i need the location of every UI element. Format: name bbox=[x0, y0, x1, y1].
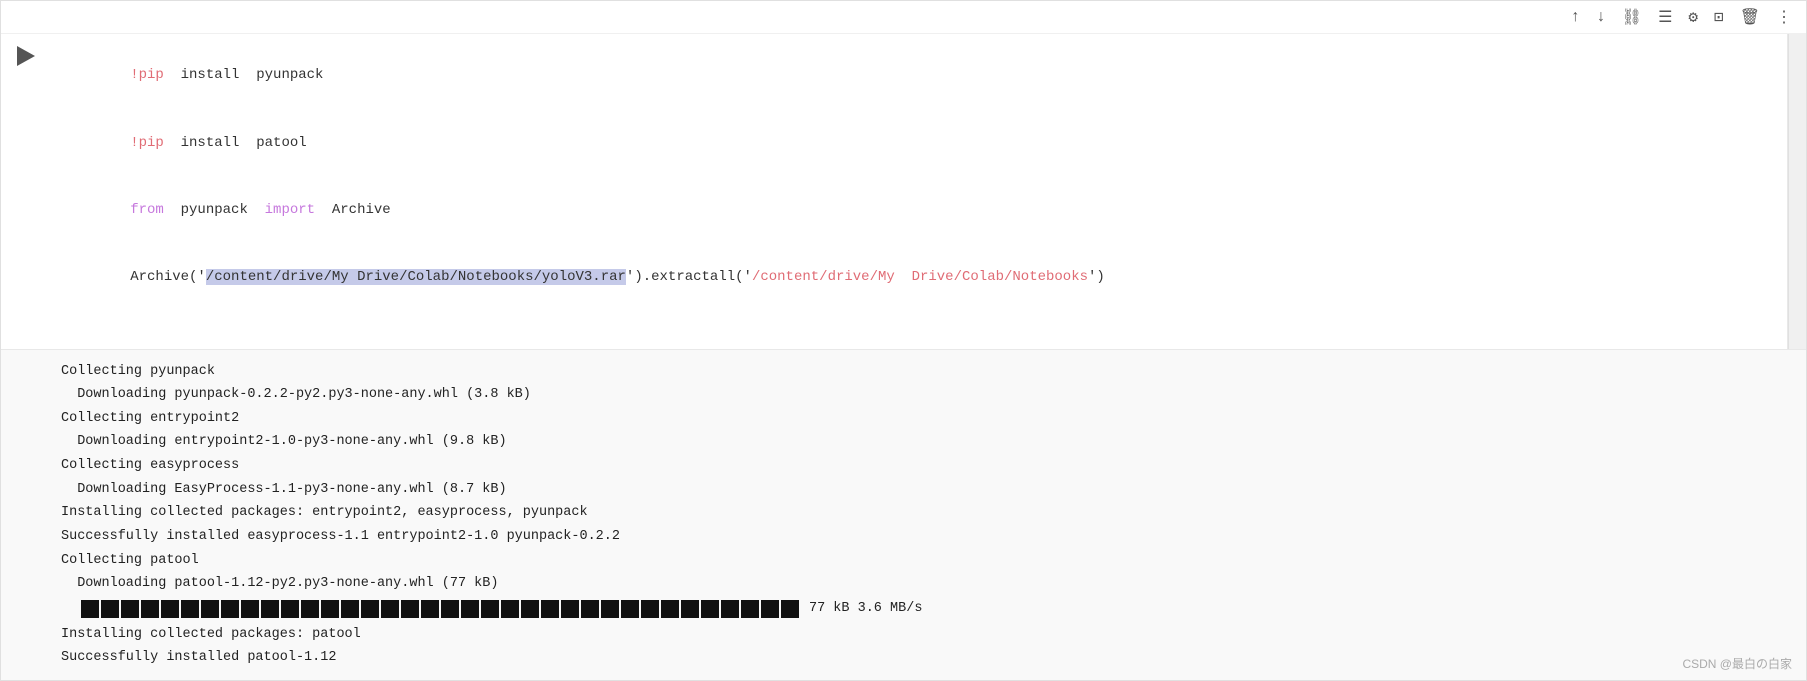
progress-block bbox=[701, 600, 719, 618]
progress-block bbox=[441, 600, 459, 618]
progress-block bbox=[421, 600, 439, 618]
code-token: !pip bbox=[130, 67, 164, 83]
progress-block bbox=[201, 600, 219, 618]
more-icon[interactable]: ⋮ bbox=[1772, 5, 1796, 29]
progress-block bbox=[661, 600, 679, 618]
progress-block bbox=[221, 600, 239, 618]
run-triangle-icon bbox=[17, 46, 35, 66]
progress-bar bbox=[81, 600, 799, 618]
code-line-1: !pip install pyunpack bbox=[63, 42, 1775, 109]
progress-block bbox=[81, 600, 99, 618]
progress-block bbox=[601, 600, 619, 618]
output-line-9: Collecting patool bbox=[61, 549, 1790, 573]
expand-icon[interactable]: ⊡ bbox=[1710, 5, 1728, 29]
code-token: pyunpack bbox=[164, 202, 265, 218]
move-down-icon[interactable]: ↓ bbox=[1592, 6, 1610, 28]
output-line-1: Collecting pyunpack bbox=[61, 360, 1790, 384]
watermark: CSDN @最白の白家 bbox=[1682, 655, 1792, 672]
progress-block bbox=[121, 600, 139, 618]
progress-block bbox=[321, 600, 339, 618]
output-line-7: Installing collected packages: entrypoin… bbox=[61, 501, 1790, 525]
code-token: Archive bbox=[315, 202, 391, 218]
progress-block bbox=[741, 600, 759, 618]
output-line-10: Downloading patool-1.12-py2.py3-none-any… bbox=[61, 572, 1790, 596]
progress-block bbox=[161, 600, 179, 618]
code-line-3: from pyunpack import Archive bbox=[63, 176, 1775, 243]
cell-body: !pip install pyunpack !pip install patoo… bbox=[1, 34, 1806, 349]
output-line-6: Downloading EasyProcess-1.1-py3-none-any… bbox=[61, 478, 1790, 502]
code-token-dest: /content/drive/My Drive/Colab/Notebooks bbox=[752, 269, 1088, 285]
code-token: ') bbox=[1088, 269, 1105, 285]
progress-block bbox=[101, 600, 119, 618]
code-editor[interactable]: !pip install pyunpack !pip install patoo… bbox=[51, 34, 1788, 349]
code-token: ').extractall(' bbox=[626, 269, 752, 285]
progress-block bbox=[581, 600, 599, 618]
output-line-11: Installing collected packages: patool bbox=[61, 623, 1790, 647]
progress-block bbox=[301, 600, 319, 618]
menu-icon[interactable]: ☰ bbox=[1654, 5, 1676, 29]
progress-block bbox=[481, 600, 499, 618]
code-line-2: !pip install patool bbox=[63, 109, 1775, 176]
code-token: install pyunpack bbox=[164, 67, 324, 83]
code-token: Archive(' bbox=[130, 269, 206, 285]
side-panel bbox=[1788, 34, 1806, 349]
code-token-path: /content/drive/My Drive/Colab/Notebooks/… bbox=[206, 269, 626, 285]
output-line-4: Downloading entrypoint2-1.0-py3-none-any… bbox=[61, 430, 1790, 454]
cell-toolbar: ↑ ↓ ⛓ ☰ ⚙ ⊡ 🗑 ⋮ bbox=[1, 1, 1806, 34]
progress-block bbox=[261, 600, 279, 618]
progress-block bbox=[281, 600, 299, 618]
code-token: !pip bbox=[130, 135, 164, 151]
output-line-3: Collecting entrypoint2 bbox=[61, 407, 1790, 431]
notebook-cell: ↑ ↓ ⛓ ☰ ⚙ ⊡ 🗑 ⋮ !pip install pyunpack !p… bbox=[0, 0, 1807, 681]
move-up-icon[interactable]: ↑ bbox=[1567, 6, 1585, 28]
progress-block bbox=[341, 600, 359, 618]
run-button-area bbox=[1, 34, 51, 349]
code-line-4: Archive('/content/drive/My Drive/Colab/N… bbox=[63, 244, 1775, 311]
progress-block bbox=[141, 600, 159, 618]
code-token: install patool bbox=[164, 135, 307, 151]
progress-block bbox=[761, 600, 779, 618]
link-icon[interactable]: ⛓ bbox=[1618, 5, 1646, 29]
progress-label: 77 kB 3.6 MB/s bbox=[809, 598, 922, 621]
progress-bar-row: 77 kB 3.6 MB/s bbox=[61, 598, 1790, 621]
output-line-5: Collecting easyprocess bbox=[61, 454, 1790, 478]
output-line-8: Successfully installed easyprocess-1.1 e… bbox=[61, 525, 1790, 549]
progress-block bbox=[381, 600, 399, 618]
output-line-12: Successfully installed patool-1.12 bbox=[61, 646, 1790, 670]
progress-block bbox=[721, 600, 739, 618]
run-button[interactable] bbox=[12, 42, 40, 70]
progress-block bbox=[461, 600, 479, 618]
progress-block bbox=[181, 600, 199, 618]
progress-block bbox=[241, 600, 259, 618]
code-token-from: from bbox=[130, 202, 164, 218]
settings-icon[interactable]: ⚙ bbox=[1684, 5, 1702, 29]
progress-block bbox=[561, 600, 579, 618]
progress-block bbox=[681, 600, 699, 618]
code-token-import: import bbox=[265, 202, 315, 218]
progress-block bbox=[401, 600, 419, 618]
progress-block bbox=[541, 600, 559, 618]
progress-block bbox=[641, 600, 659, 618]
progress-block bbox=[501, 600, 519, 618]
output-line-2: Downloading pyunpack-0.2.2-py2.py3-none-… bbox=[61, 383, 1790, 407]
output-area: Collecting pyunpack Downloading pyunpack… bbox=[1, 349, 1806, 680]
progress-block bbox=[781, 600, 799, 618]
progress-block bbox=[361, 600, 379, 618]
progress-block bbox=[521, 600, 539, 618]
progress-block bbox=[621, 600, 639, 618]
delete-icon[interactable]: 🗑 bbox=[1736, 5, 1764, 29]
